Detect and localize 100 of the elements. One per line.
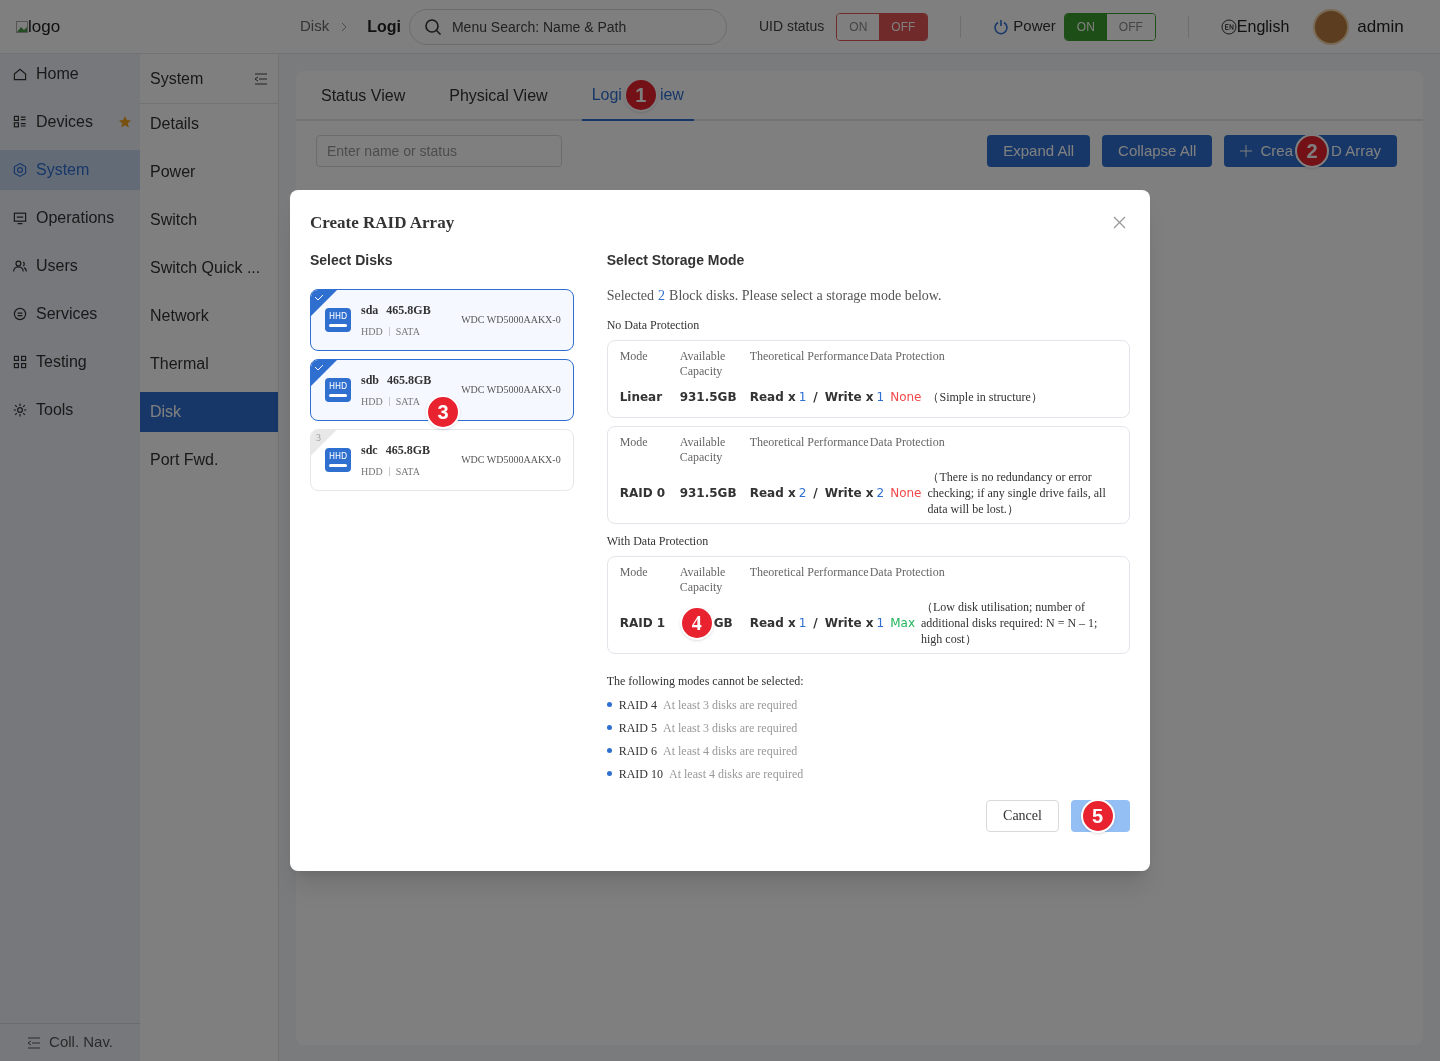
disk-card[interactable]: 3 HHD sdc 465.8GB HDD SATA WDC WD5000AAKX-0 (310, 428, 574, 491)
mode-note: （There is no redundancy or error checking; if any single drive fails, all data will be lost.） (927, 468, 1107, 517)
action-button[interactable]: Crea 2 D Array (1224, 135, 1397, 167)
capacity-value: 931.5GB (679, 484, 737, 502)
drive-badge: HHD (325, 377, 351, 402)
nav-item[interactable]: Testing (0, 342, 140, 382)
separator-text: / (813, 388, 818, 406)
toggle-option[interactable]: OFF (879, 13, 928, 40)
callout-marker: 5 (1080, 798, 1115, 833)
uid-status-label: UID status (758, 17, 825, 36)
disk-type: HDD (361, 464, 383, 479)
mode-note: （Low disk utilisation; number of additional disks required: N = N – 1; high cost） (921, 598, 1099, 647)
subnav-item[interactable]: Switch (140, 200, 278, 240)
group-title: With Data Protection (606, 532, 710, 550)
disk-model: WDC WD5000AAKX-0 (461, 383, 561, 397)
user-name[interactable]: admin (1357, 13, 1404, 40)
read-label: Read x (749, 614, 796, 632)
protection-level: None (890, 484, 922, 502)
column-header: Available Capacity (679, 564, 727, 595)
mode-name: Linear (619, 388, 664, 406)
mode-name: RAID 5 (618, 719, 657, 737)
group-title: No Data Protection (606, 316, 701, 334)
subnav-item[interactable]: Power (140, 152, 278, 192)
breadcrumb-item[interactable]: Disk (300, 15, 330, 38)
disk-type: HDD (361, 324, 383, 339)
column-header: Theoretical Performance (749, 348, 870, 365)
read-multiplier: 1 (798, 388, 807, 406)
disk-model: WDC WD5000AAKX-0 (461, 453, 561, 467)
column-header: Available Capacity (679, 348, 727, 379)
write-multiplier: 1 (876, 614, 885, 632)
column-header: Data Protection (869, 348, 945, 365)
column-header: Data Protection (869, 434, 945, 451)
subnav-item[interactable]: Details (140, 104, 278, 144)
column-header: Mode (619, 348, 649, 365)
requirement-text: At least 4 disks are required (669, 765, 804, 783)
mode-name: RAID 1 (619, 614, 667, 632)
requirement-text: At least 3 disks are required (663, 719, 798, 737)
subnav-item[interactable]: Port Fwd. (140, 440, 278, 480)
search-field[interactable]: Menu Search: Name & Path (408, 8, 727, 45)
disk-size: 465.8GB (386, 301, 431, 319)
mode-card[interactable]: Mode Available Capacity Theoretical PerformanceData Protection Linear 931.5GB Read x 1 / Write x 1 None （Simple in structure） (606, 339, 1130, 418)
callout-marker: 4 (679, 605, 714, 640)
mode-name: RAID 0 (619, 484, 667, 502)
disk-name: sda (361, 301, 379, 319)
section-title: Select Storage Mode (606, 250, 746, 270)
subnav-item[interactable]: Disk (140, 392, 278, 432)
column-header: Data Protection (869, 564, 945, 581)
disk-card[interactable]: HHD sda 465.8GB HDD SATA WDC WD5000AAKX-0 (310, 288, 574, 351)
subnav-title: System (150, 68, 204, 89)
write-label: Write x (824, 484, 874, 502)
confirm-button[interactable]: 5 (1071, 799, 1130, 832)
view-tab[interactable]: Physical View (439, 71, 558, 121)
write-label: Write x (824, 388, 874, 406)
mode-name: RAID 10 (618, 765, 663, 783)
nav-item[interactable]: Home (0, 54, 140, 94)
nav-item[interactable]: Operations (0, 198, 140, 238)
power-label: Power (1013, 16, 1056, 37)
write-label: Write x (824, 614, 874, 632)
read-label: Read x (749, 484, 796, 502)
mode-card[interactable]: Mode Available Capacity Theoretical PerformanceData Protection RAID 0 931.5GB Read x 2 / Write x 2 None （There is no redundancy or error checking; if any single drive fails, all data will be lost.） (606, 425, 1130, 524)
language-selector[interactable]: English (1236, 14, 1290, 39)
view-tab[interactable]: Status View (311, 71, 416, 121)
mode-card[interactable]: Mode Available Capacity Theoretical PerformanceData Protection RAID 1 4 GB Read x 1 / Write x 1 Max （Low disk utilisation; number of additional disks required: N = N – 1; high cost） (606, 555, 1130, 654)
disk-name: sdb (361, 371, 380, 389)
nav-item[interactable]: Tools (0, 390, 140, 430)
protection-level: None (890, 388, 922, 406)
summary-text: Selected (606, 286, 655, 305)
view-tab[interactable]: Logi 1 iew (581, 71, 694, 121)
read-multiplier: 2 (798, 484, 807, 502)
read-multiplier: 1 (798, 614, 807, 632)
disk-bus: SATA (395, 324, 420, 339)
section-title: Select Disks (310, 250, 394, 270)
logo-text: logo (28, 15, 61, 38)
nav-item[interactable]: Devices (0, 102, 140, 142)
read-label: Read x (749, 388, 796, 406)
disk-type: HDD (361, 394, 383, 409)
drive-badge: HHD (325, 447, 351, 472)
column-header: Theoretical Performance (749, 434, 870, 451)
subnav-item[interactable]: Switch Quick ... (140, 248, 278, 288)
subnav-item[interactable]: Thermal (140, 344, 278, 384)
action-button[interactable]: Collapse All (1102, 135, 1213, 167)
separator-text: / (813, 484, 818, 502)
disk-size: 465.8GB (387, 371, 432, 389)
nav-item[interactable]: Services (0, 294, 140, 334)
callout-marker: 1 (623, 78, 658, 112)
nav-item[interactable]: Users (0, 246, 140, 286)
action-button[interactable]: Expand All (987, 135, 1091, 167)
subnav-item[interactable]: Network (140, 296, 278, 336)
mode-note: （Simple in structure） (927, 388, 1044, 405)
separator-text: / (813, 614, 818, 632)
summary-text: Block disks. Please select a storage mode below. (669, 286, 942, 305)
disk-bus: SATA (395, 464, 420, 479)
collapse-nav-link[interactable]: Coll. Nav. (49, 1031, 113, 1054)
column-header: Theoretical Performance (749, 564, 870, 581)
dialog-title: Create RAID Array (310, 212, 455, 234)
mode-name: RAID 6 (618, 742, 657, 760)
toggle-option[interactable]: ON (1064, 13, 1107, 40)
disk-name: sdc (361, 441, 378, 459)
cancel-button[interactable]: Cancel (986, 799, 1059, 832)
disk-model: WDC WD5000AAKX-0 (461, 313, 561, 327)
